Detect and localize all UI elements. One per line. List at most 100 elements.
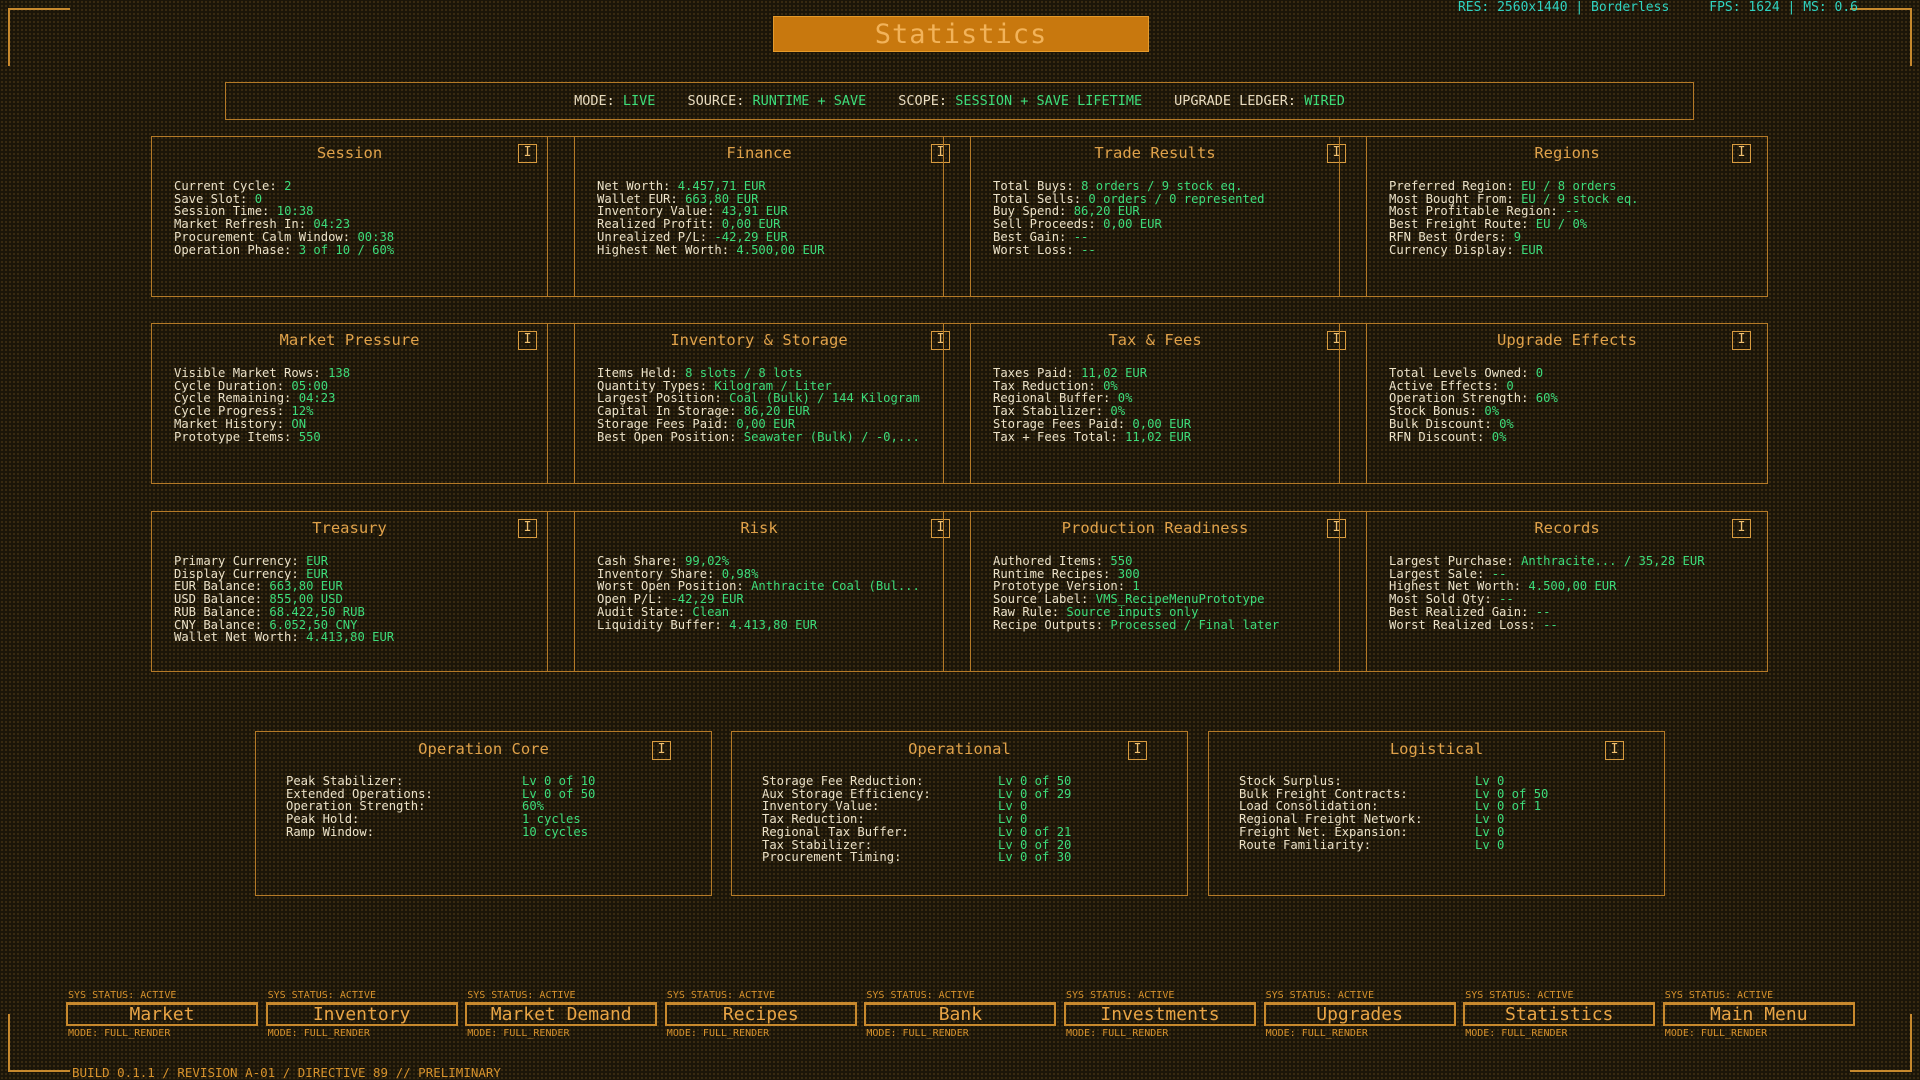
stat-value: 0%: [1491, 429, 1507, 444]
sys-status-label: SYS STATUS: ACTIVE: [68, 990, 177, 1001]
info-button[interactable]: I: [1732, 144, 1751, 163]
sys-status-label: SYS STATUS: ACTIVE: [267, 990, 376, 1001]
upgrade-table: Stock Surplus: Lv 0 Bulk Freight Contracts…: [1239, 775, 1548, 851]
panel-title: Market Pressure: [279, 331, 420, 349]
info-button[interactable]: I: [518, 331, 537, 350]
stat-label: Recipe Outputs:: [993, 617, 1104, 632]
upgrade-label: Peak Stabilizer:: [286, 774, 404, 788]
panel-title: Inventory & Storage: [670, 331, 848, 349]
stat-value: Processed / Final later: [1110, 617, 1280, 632]
upgrade-table: Storage Fee Reduction: Lv 0 of 50 Aux Stor…: [762, 775, 1071, 864]
stat-label: Prototype Items:: [174, 429, 292, 444]
upgrade-label: Procurement Timing:: [762, 850, 902, 865]
stat-label: Worst Realized Loss:: [1389, 617, 1536, 632]
nav-button-main-menu[interactable]: Main Menu: [1662, 1002, 1855, 1026]
panel-lines: Authored Items: 550 Runtime Recipes: 300 P…: [993, 555, 1279, 631]
stat-label: Highest Net Worth:: [597, 242, 730, 257]
nav-button-statistics[interactable]: Statistics: [1463, 1002, 1656, 1026]
render-mode-label: MODE: FULL_RENDER: [1465, 1028, 1568, 1039]
panel-title: Trade Results: [1094, 144, 1216, 162]
nav-button-market-demand[interactable]: Market Demand: [465, 1002, 658, 1026]
stat-value: 60%: [1535, 391, 1558, 406]
upgrade-label: Regional Tax Buffer:: [762, 824, 909, 839]
nav-button-bank[interactable]: Bank: [864, 1002, 1057, 1026]
stat-value: 4.500,00 EUR: [736, 242, 825, 257]
stat-label: Worst Loss:: [993, 242, 1074, 257]
stats-panel-production-readiness: Production Readiness I Authored Items: 550…: [971, 512, 1346, 671]
frame-corner-bottom-right: [1850, 1014, 1912, 1072]
stat-value: 550: [298, 429, 321, 444]
upgrade-row: Regional Tax Buffer: Lv 0 of 21: [762, 826, 1071, 839]
stat-line: Prototype Items: 550: [174, 429, 350, 444]
nav-button-market[interactable]: Market: [66, 1002, 258, 1026]
stat-line: Liquidity Buffer: 4.413,80 EUR: [597, 617, 920, 632]
stat-value: Anthracite Coal (Bul...: [751, 579, 920, 594]
panel-title: Operational: [908, 740, 1011, 758]
nav-button-recipes[interactable]: Recipes: [664, 1002, 857, 1026]
nav-slot: SYS STATUS: ACTIVE Bank MODE: FULL_RENDER: [864, 990, 1057, 1039]
stat-value: 0,00 EUR: [1103, 217, 1162, 232]
upgrade-row: Tax Reduction: Lv 0: [762, 813, 1071, 826]
info-button[interactable]: I: [1732, 519, 1751, 538]
info-button[interactable]: I: [1732, 331, 1751, 350]
stat-label: Wallet Net Worth:: [174, 630, 299, 645]
page-title: Statistics: [773, 16, 1149, 52]
nav-button-inventory[interactable]: Inventory: [265, 1002, 458, 1026]
upgrade-level: Lv 0 of 21: [998, 824, 1072, 839]
info-button[interactable]: I: [1605, 741, 1624, 760]
nav-button-upgrades[interactable]: Upgrades: [1263, 1002, 1456, 1026]
info-button[interactable]: I: [518, 144, 537, 163]
panel-title: Session: [316, 144, 383, 162]
stat-line: Recipe Outputs: Processed / Final later: [993, 617, 1280, 632]
panel-title: Risk: [740, 519, 778, 537]
render-mode-label: MODE: FULL_RENDER: [1664, 1028, 1768, 1039]
stats-panel-market-pressure: Market Pressure I Visible Market Rows: 138…: [152, 324, 547, 483]
upgrade-level: Lv 0: [1475, 837, 1505, 852]
nav-slot: SYS STATUS: ACTIVE Market MODE: FULL_RENDE…: [66, 990, 258, 1039]
panel-title: Upgrade Effects: [1497, 331, 1637, 349]
stat-value: 4.413,80 EUR: [729, 617, 818, 632]
sys-status-label: SYS STATUS: ACTIVE: [1066, 990, 1175, 1001]
info-button[interactable]: I: [518, 519, 537, 538]
panel-lines: Cash Share: 99,02% Inventory Share: 0,98%…: [597, 555, 920, 631]
source-item: SOURCE: RUNTIME + SAVE: [687, 93, 867, 109]
render-mode-label: MODE: FULL_RENDER: [1265, 1028, 1368, 1039]
upgrade-row: Peak Hold: 1 cycles: [286, 813, 595, 826]
nav-slot: SYS STATUS: ACTIVE Market Demand MODE: FUL…: [465, 990, 658, 1039]
nav-slot: SYS STATUS: ACTIVE Upgrades MODE: FULL_REN…: [1263, 990, 1456, 1039]
upgrade-label: Stock Surplus:: [1239, 774, 1342, 788]
render-mode-label: MODE: FULL_RENDER: [467, 1028, 570, 1039]
info-button[interactable]: I: [652, 741, 671, 760]
upgrade-level: Lv 0: [998, 812, 1028, 827]
panel-title: Operation Core: [418, 740, 549, 758]
upgrade-panel-operational: Operational I Storage Fee Reduction: Lv 0 o…: [731, 731, 1188, 896]
upgrade-level: Lv 0: [1475, 774, 1505, 788]
sys-status-label: SYS STATUS: ACTIVE: [1465, 990, 1574, 1001]
nav-button-investments[interactable]: Investments: [1064, 1002, 1256, 1026]
render-mode-label: MODE: FULL_RENDER: [866, 1028, 969, 1039]
upgrade-panel-logistical: Logistical I Stock Surplus: Lv 0 Bulk Freigh…: [1208, 731, 1665, 896]
stat-label: Currency Display:: [1389, 242, 1514, 257]
mode-bar: MODE: LIVE SOURCE: RUNTIME + SAVE SCOPE:…: [225, 82, 1694, 120]
stat-line: Operation Phase: 3 of 10 / 60%: [174, 242, 395, 257]
upgrade-panel-operation-core: Operation Core I Peak Stabilizer: Lv 0 of 1…: [255, 731, 712, 896]
stat-value: --: [1081, 242, 1096, 257]
frame-corner-bottom-left: [8, 1014, 70, 1072]
info-button[interactable]: I: [1128, 741, 1147, 760]
stats-panel-tax-fees: Tax & Fees I Taxes Paid: 11,02 EUR Tax Redu…: [971, 324, 1346, 483]
stats-panel-trade-results: Trade Results I Total Buys: 8 orders / 9 s…: [971, 137, 1346, 296]
upgrade-level: Lv 0 of 50: [998, 774, 1072, 788]
upgrade-label: Ramp Window:: [286, 824, 375, 839]
stat-line: Wallet Net Worth: 4.413,80 EUR: [174, 631, 394, 644]
build-info: BUILD 0.1.1 / REVISION A-01 / DIRECTIVE …: [72, 1065, 501, 1080]
upgrade-row: Regional Freight Network: Lv 0: [1239, 813, 1548, 826]
panel-title: Treasury: [312, 519, 387, 537]
stat-line: RFN Discount: 0%: [1389, 429, 1558, 444]
panel-title: Finance: [726, 144, 792, 162]
performance-hud: RES: 2560x1440 | Borderless FPS: 1624 | M…: [1418, 0, 1858, 15]
fps-readout: FPS: 1624 | MS: 0.6: [1709, 0, 1858, 15]
render-mode-label: MODE: FULL_RENDER: [666, 1028, 770, 1039]
upgrade-label: Storage Fee Reduction:: [762, 774, 924, 788]
stat-value: 3 of 10 / 60%: [298, 242, 395, 257]
stat-value: Seawater (Bulk) / -0,...: [743, 429, 920, 444]
